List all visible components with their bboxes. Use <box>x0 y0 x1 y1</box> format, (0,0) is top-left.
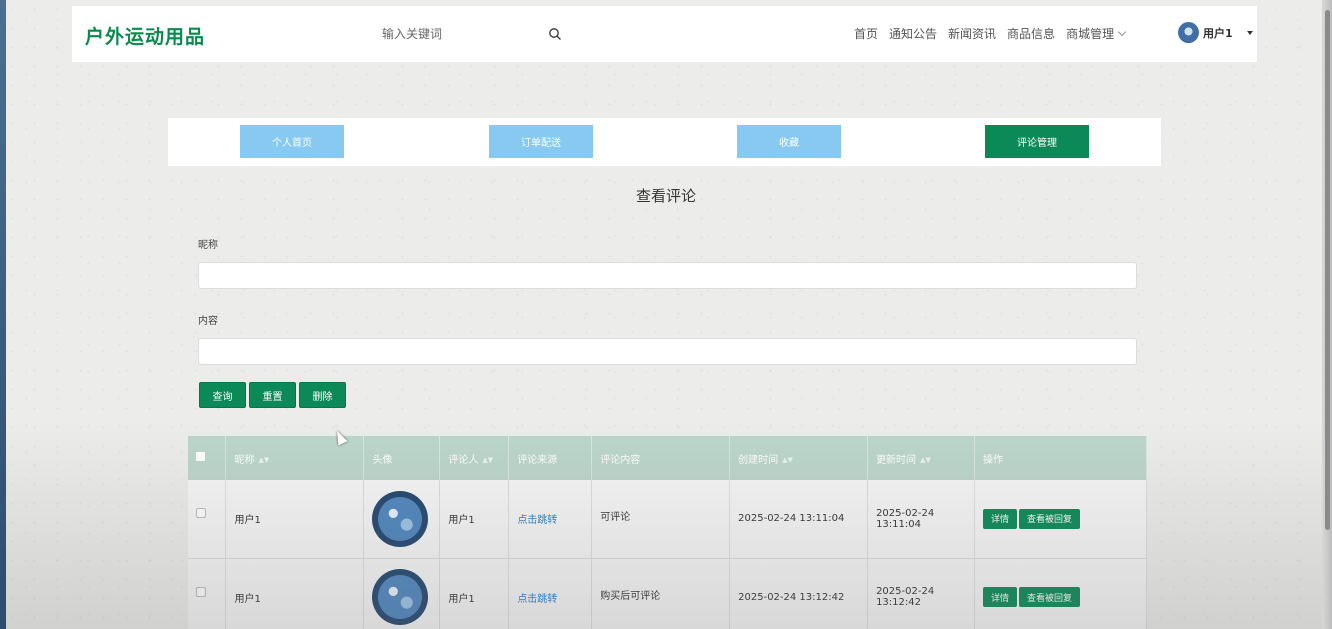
sort-icon[interactable]: ▲▼ <box>258 456 269 464</box>
select-all-cell[interactable] <box>188 436 227 480</box>
row-checkbox[interactable] <box>196 508 206 518</box>
header-updated[interactable]: 更新时间 ▲▼ <box>867 436 976 480</box>
avatar <box>1178 22 1199 43</box>
nav-notices[interactable]: 通知公告 <box>889 25 937 42</box>
row-source: 点击跳转 <box>508 480 593 559</box>
row-actions: 详情 查看被回复 <box>974 558 1147 629</box>
nav-mall-management-label: 商城管理 <box>1066 27 1115 41</box>
header-actions: 操作 <box>974 436 1147 480</box>
select-all-checkbox[interactable] <box>196 452 205 461</box>
row-nickname: 用户1 <box>225 480 365 559</box>
site-logo[interactable]: 户外运动用品 <box>85 22 205 49</box>
source-link[interactable]: 点击跳转 <box>517 515 557 526</box>
top-header: 户外运动用品 首页 通知公告 新闻资讯 商品信息 商城管理 用户1 <box>72 6 1257 62</box>
row-updated: 2025-02-24 13:12:42 <box>867 558 976 629</box>
header-created[interactable]: 创建时间 ▲▼ <box>729 436 869 480</box>
reset-button[interactable]: 重置 <box>249 382 296 408</box>
view-replies-button[interactable]: 查看被回复 <box>1019 508 1081 529</box>
detail-button[interactable]: 详情 <box>983 508 1018 529</box>
header-content: 评论内容 <box>591 436 731 480</box>
header-commenter[interactable]: 评论人 ▲▼ <box>439 436 510 480</box>
content-input[interactable] <box>198 338 1137 365</box>
user-name: 用户1 <box>1203 26 1233 40</box>
row-avatar-cell <box>363 558 441 629</box>
scrollbar[interactable] <box>1322 0 1332 629</box>
row-commenter: 用户1 <box>439 558 510 629</box>
delete-button[interactable]: 删除 <box>299 382 346 408</box>
header-created-label: 创建时间 <box>738 454 779 466</box>
nav-news[interactable]: 新闻资讯 <box>948 25 996 42</box>
page-title: 查看评论 <box>635 187 696 205</box>
content-label: 内容 <box>198 316 218 327</box>
scrollbar-thumb[interactable] <box>1325 10 1330 530</box>
search-box <box>372 22 562 46</box>
tab-favorites[interactable]: 收藏 <box>737 125 841 158</box>
row-created: 2025-02-24 13:12:42 <box>729 558 869 629</box>
row-content: 可评论 <box>591 480 731 559</box>
window-edge-left <box>0 0 6 629</box>
row-action-group: 详情 查看被回复 <box>983 587 1146 607</box>
row-actions: 详情 查看被回复 <box>974 480 1147 559</box>
detail-button[interactable]: 详情 <box>983 587 1018 607</box>
main-nav: 首页 通知公告 新闻资讯 商品信息 商城管理 <box>854 25 1127 42</box>
row-checkbox[interactable] <box>196 586 206 597</box>
table-header-row: 昵称 ▲▼ 头像 评论人 ▲▼ 评论来源 评论内容 创建时间 ▲▼ 更新时间 ▲▼ 操作 <box>188 436 1147 480</box>
sort-icon[interactable]: ▲▼ <box>482 456 493 464</box>
tab-order-delivery[interactable]: 订单配送 <box>489 125 593 158</box>
caret-down-icon <box>1246 30 1253 35</box>
user-menu[interactable]: 用户1 <box>1178 22 1253 43</box>
nav-home[interactable]: 首页 <box>854 25 878 42</box>
header-commenter-label: 评论人 <box>448 454 479 466</box>
header-updated-label: 更新时间 <box>876 454 917 466</box>
source-link[interactable]: 点击跳转 <box>517 594 557 605</box>
query-button[interactable]: 查询 <box>199 382 246 408</box>
avatar-image <box>372 569 429 625</box>
sort-icon[interactable]: ▲▼ <box>920 456 931 464</box>
nav-mall-management[interactable]: 商城管理 <box>1066 25 1127 42</box>
search-input[interactable] <box>372 27 522 41</box>
nickname-input[interactable] <box>198 262 1137 289</box>
search-icon[interactable] <box>548 27 562 41</box>
row-select-cell[interactable] <box>188 480 227 559</box>
row-action-group: 详情 查看被回复 <box>983 508 1146 529</box>
chevron-down-icon <box>1117 27 1127 37</box>
nav-products[interactable]: 商品信息 <box>1007 25 1055 42</box>
tab-comment-management[interactable]: 评论管理 <box>985 125 1089 158</box>
row-select-cell[interactable] <box>188 558 227 629</box>
row-commenter: 用户1 <box>439 480 510 559</box>
tab-personal-home[interactable]: 个人首页 <box>240 125 344 158</box>
nickname-label: 昵称 <box>198 240 218 251</box>
table-row: 用户1 用户1 点击跳转 可评论 2025-02-24 13:11:04 202… <box>188 480 1147 559</box>
row-source: 点击跳转 <box>508 558 593 629</box>
header-avatar: 头像 <box>363 436 441 480</box>
row-created: 2025-02-24 13:11:04 <box>729 480 869 559</box>
center-tabbar: 个人首页 订单配送 收藏 评论管理 <box>168 118 1161 166</box>
header-nickname-label: 昵称 <box>234 454 255 466</box>
row-nickname: 用户1 <box>225 558 365 629</box>
view-replies-button[interactable]: 查看被回复 <box>1019 587 1081 607</box>
sort-icon[interactable]: ▲▼ <box>782 456 793 464</box>
row-content: 购买后可评论 <box>591 558 731 629</box>
row-updated: 2025-02-24 13:11:04 <box>867 480 976 559</box>
avatar-image <box>372 490 429 547</box>
header-source: 评论来源 <box>508 436 593 480</box>
table-row: 用户1 用户1 点击跳转 购买后可评论 2025-02-24 13:12:42 … <box>188 558 1147 629</box>
row-avatar-cell <box>363 480 441 559</box>
comments-table: 昵称 ▲▼ 头像 评论人 ▲▼ 评论来源 评论内容 创建时间 ▲▼ 更新时间 ▲▼ 操作… <box>188 436 1147 629</box>
